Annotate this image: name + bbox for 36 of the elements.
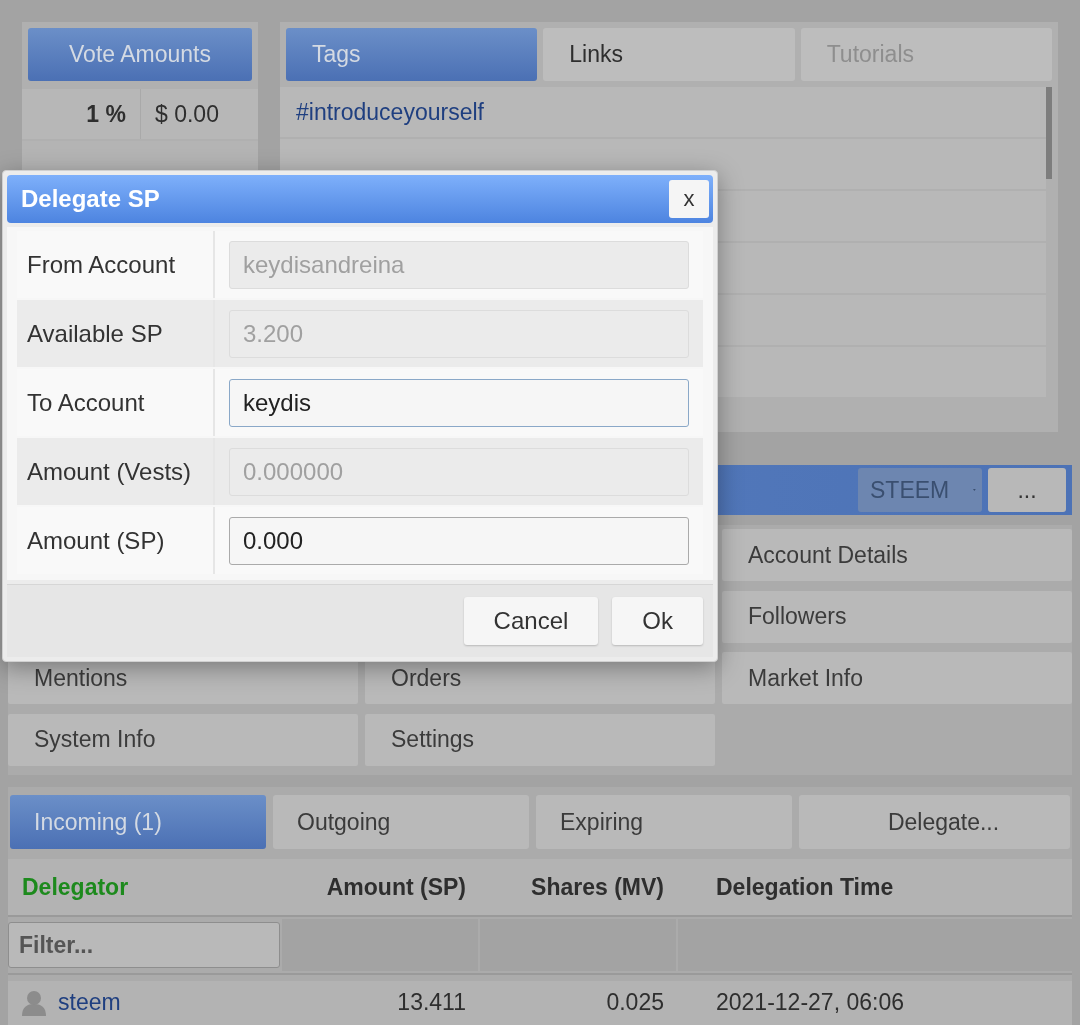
delegator-link[interactable]: steem bbox=[58, 989, 121, 1016]
menu-button[interactable]: Followers bbox=[722, 590, 1072, 643]
input-field[interactable]: keydis bbox=[229, 378, 689, 427]
more-button[interactable]: ... bbox=[988, 468, 1066, 512]
menu-button[interactable]: Market Info bbox=[722, 652, 1072, 704]
user-icon bbox=[22, 989, 46, 1016]
menu-button[interactable]: System Info bbox=[8, 713, 358, 766]
tab[interactable]: Tags bbox=[286, 28, 538, 81]
vote-amounts-header: Vote Amounts bbox=[28, 28, 252, 81]
field-label: Available SP bbox=[17, 300, 215, 367]
tab[interactable]: Outgoing bbox=[273, 795, 529, 849]
column-header[interactable]: Shares (MV) bbox=[480, 873, 678, 901]
field-label: Amount (SP) bbox=[17, 507, 215, 574]
dialog-title: Delegate SP bbox=[21, 185, 160, 213]
input-field[interactable]: 0.000 bbox=[229, 516, 689, 565]
field-label: Amount (Vests) bbox=[17, 438, 215, 505]
field-label: To Account bbox=[17, 369, 215, 436]
dialog-button[interactable]: Cancel bbox=[463, 597, 599, 645]
table-cell-text: 13.411 bbox=[396, 989, 467, 1016]
tab[interactable]: Links bbox=[543, 28, 795, 81]
field-label: From Account bbox=[17, 231, 215, 298]
tab[interactable]: Expiring bbox=[536, 795, 792, 849]
column-header[interactable]: Amount (SP) bbox=[282, 873, 480, 901]
tab[interactable]: Delegate... bbox=[799, 795, 1070, 849]
dialog-button[interactable]: Ok bbox=[612, 597, 703, 645]
tab[interactable]: Incoming (1) bbox=[10, 795, 266, 849]
table-cell-text: 2021-12-27, 06:06 bbox=[715, 989, 905, 1016]
vote-value: $ 0.00 bbox=[140, 89, 219, 139]
table-cell-text: 0.025 bbox=[605, 989, 665, 1016]
close-button[interactable]: x bbox=[669, 180, 709, 218]
tag-link[interactable]: #introduceyourself bbox=[296, 98, 484, 126]
column-header[interactable]: Delegation Time bbox=[678, 873, 1072, 901]
filter-field[interactable]: Filter... bbox=[8, 922, 280, 968]
menu-button[interactable]: Account Details bbox=[722, 529, 1072, 581]
menu-button[interactable]: Settings bbox=[365, 713, 715, 766]
vote-percent: 1 % bbox=[85, 100, 127, 128]
